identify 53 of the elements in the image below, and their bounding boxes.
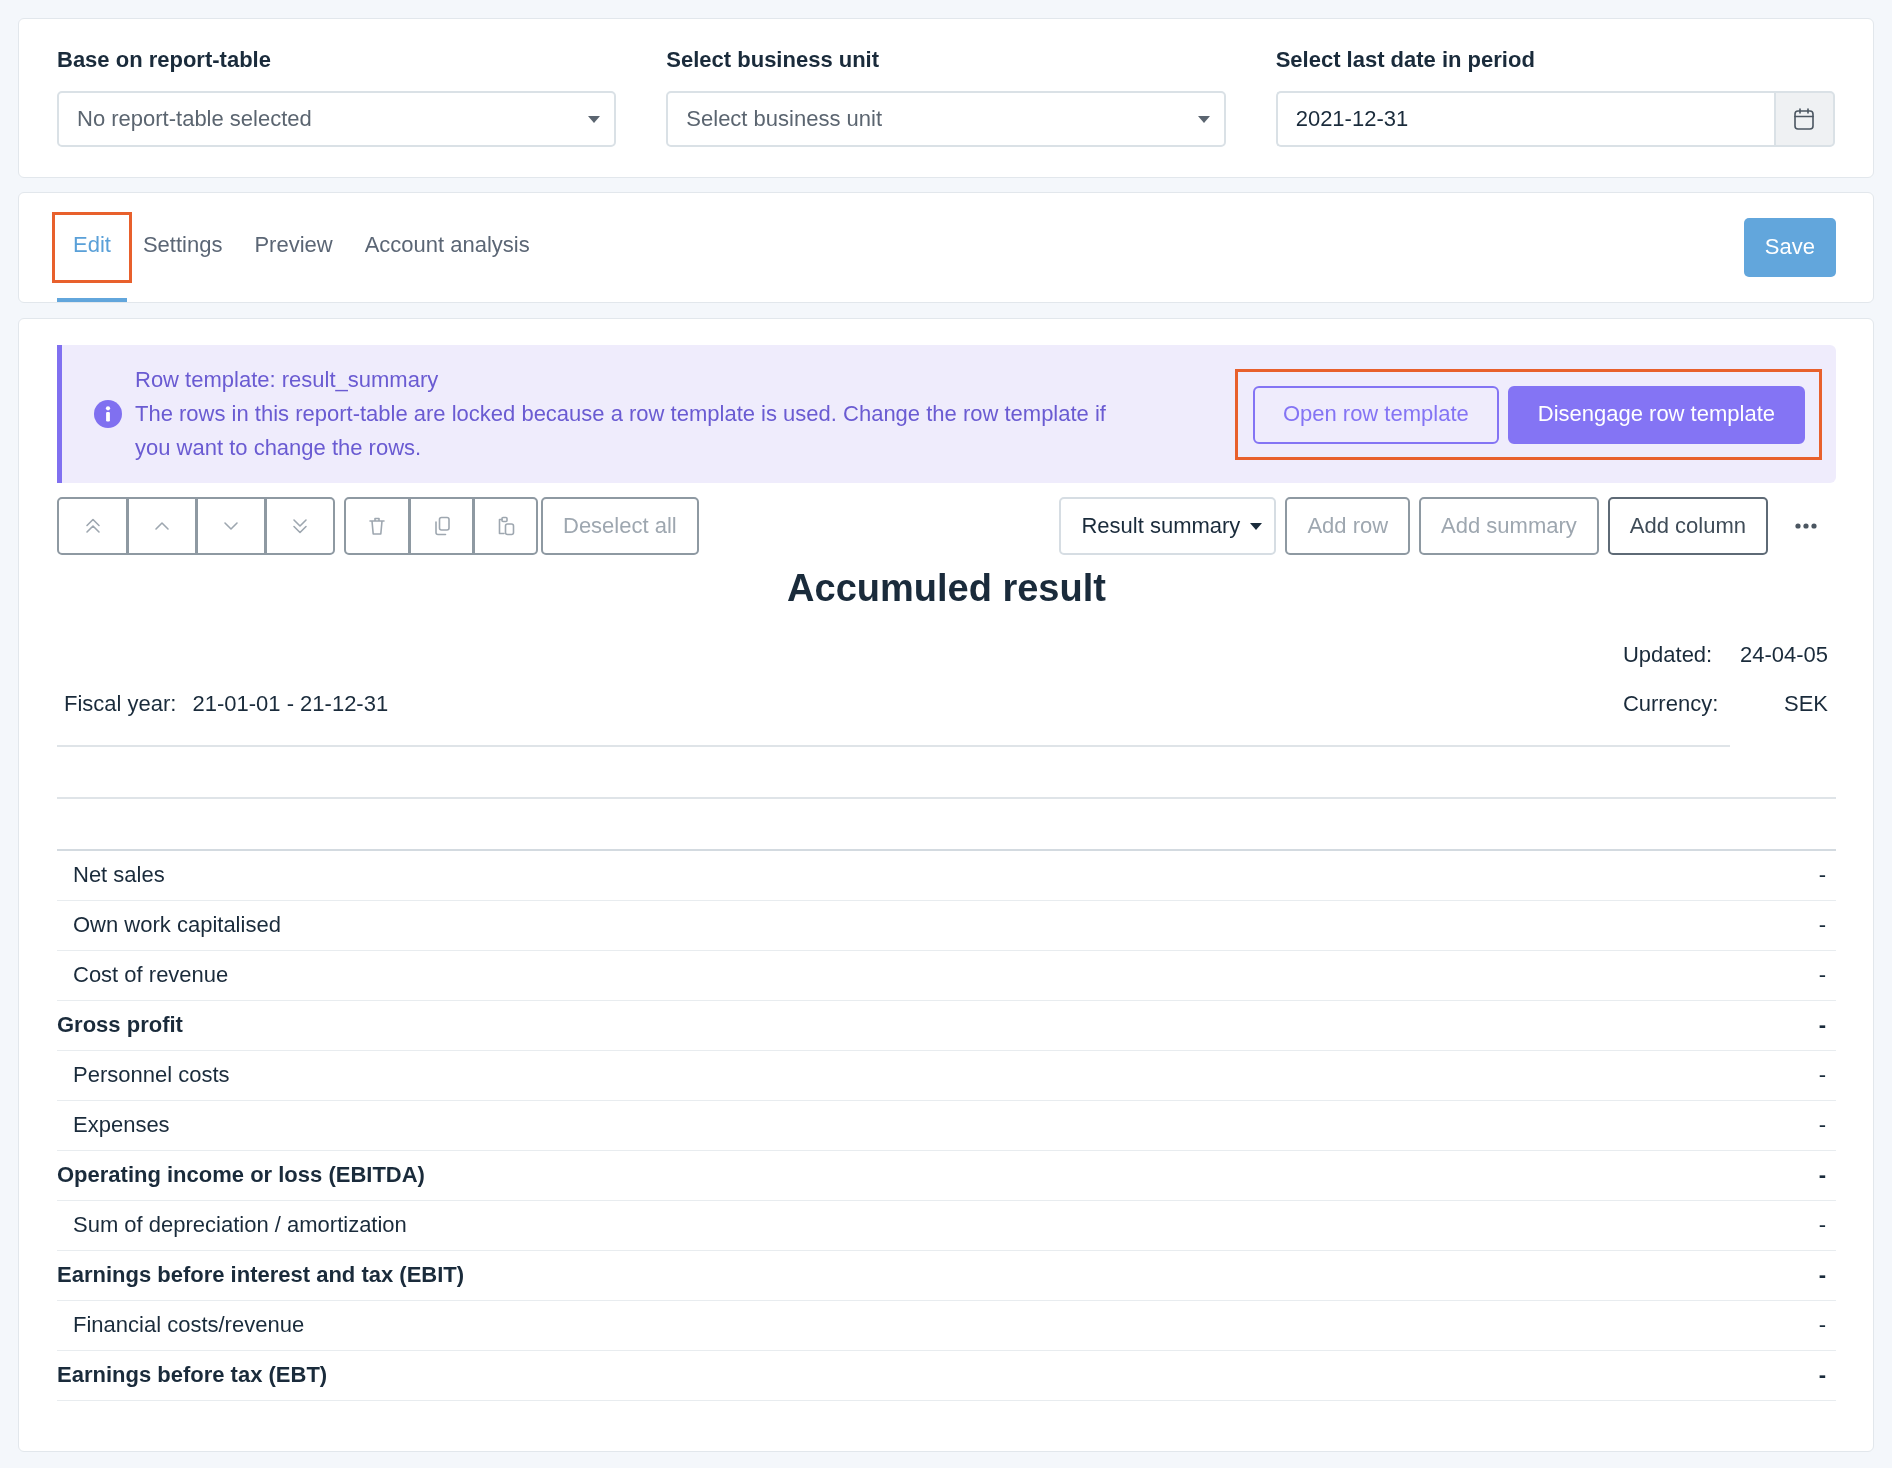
updated-label: Updated:: [1622, 642, 1714, 668]
row-type-dropdown[interactable]: Result summary: [1059, 497, 1277, 555]
disengage-button[interactable]: Disengage row template: [1507, 385, 1805, 444]
double-chevron-down-icon: [290, 516, 310, 536]
field-label: Base on report-table: [57, 47, 272, 73]
dropdown-select[interactable]: Select business unit: [666, 91, 1226, 147]
row-label: Own work capitalised: [72, 912, 281, 939]
tab[interactable]: Account analysis: [348, 217, 546, 302]
more-icon[interactable]: [1795, 523, 1817, 529]
row-value: -: [1818, 1262, 1826, 1289]
row-label: Earnings before tax (EBT): [57, 1362, 328, 1389]
row-value: -: [1818, 1062, 1826, 1089]
fiscal-year-value: 21-01-01 - 21-12-31: [192, 691, 389, 717]
calendar-icon: [1794, 108, 1815, 130]
field-label: Select last date in period: [1275, 47, 1536, 73]
currency-label: Currency:: [1622, 691, 1720, 717]
add-button[interactable]: Add column: [1607, 497, 1768, 555]
row-label: Expenses: [72, 1112, 170, 1139]
dropdown-select[interactable]: No report-table selected: [57, 91, 617, 147]
calendar-button[interactable]: [1774, 91, 1835, 147]
row-label: Earnings before interest and tax (EBIT): [57, 1262, 465, 1289]
updated-value: 24-04-05: [1739, 642, 1828, 668]
row-label: Personnel costs: [72, 1062, 230, 1089]
row-label: Operating income or loss (EBITDA): [57, 1162, 425, 1189]
trash-icon: [367, 516, 387, 536]
currency-value: SEK: [1782, 691, 1828, 717]
row-label: Net sales: [72, 862, 165, 889]
info-icon: [94, 400, 122, 428]
row-label: Cost of revenue: [72, 962, 229, 989]
open-button[interactable]: Open row template: [1252, 385, 1499, 444]
row-value: -: [1818, 912, 1826, 939]
row-value: -: [1818, 962, 1826, 989]
caret-icon: [588, 115, 601, 123]
row-value: -: [1818, 1312, 1826, 1339]
notice-message: The rows in this report-table are locked because a row template is used. Change the row template if you want to change the rows.: [135, 400, 1107, 462]
tab[interactable]: Settings: [126, 217, 239, 302]
date-field[interactable]: 2021-12-31: [1275, 91, 1774, 147]
row-value: -: [1818, 1112, 1826, 1139]
row-label: Gross profit: [57, 1012, 183, 1039]
row-value: -: [1818, 1162, 1826, 1189]
row-value: -: [1818, 1362, 1826, 1389]
row-label: Sum of depreciation / amortization: [72, 1212, 407, 1239]
tab[interactable]: Preview: [238, 217, 349, 302]
row-label: Financial costs/revenue: [72, 1312, 305, 1339]
row-value: -: [1818, 862, 1826, 889]
fiscal-year-label: Fiscal year:: [64, 691, 177, 717]
notice-title: Row template: result_summary: [135, 366, 440, 394]
row-value: -: [1818, 1212, 1826, 1239]
caret-icon: [1197, 115, 1210, 123]
caret-icon: [1250, 522, 1263, 530]
field-label: Select business unit: [666, 47, 881, 73]
row-value: -: [1818, 1012, 1826, 1039]
report-title: Accumuled result: [786, 566, 1107, 611]
